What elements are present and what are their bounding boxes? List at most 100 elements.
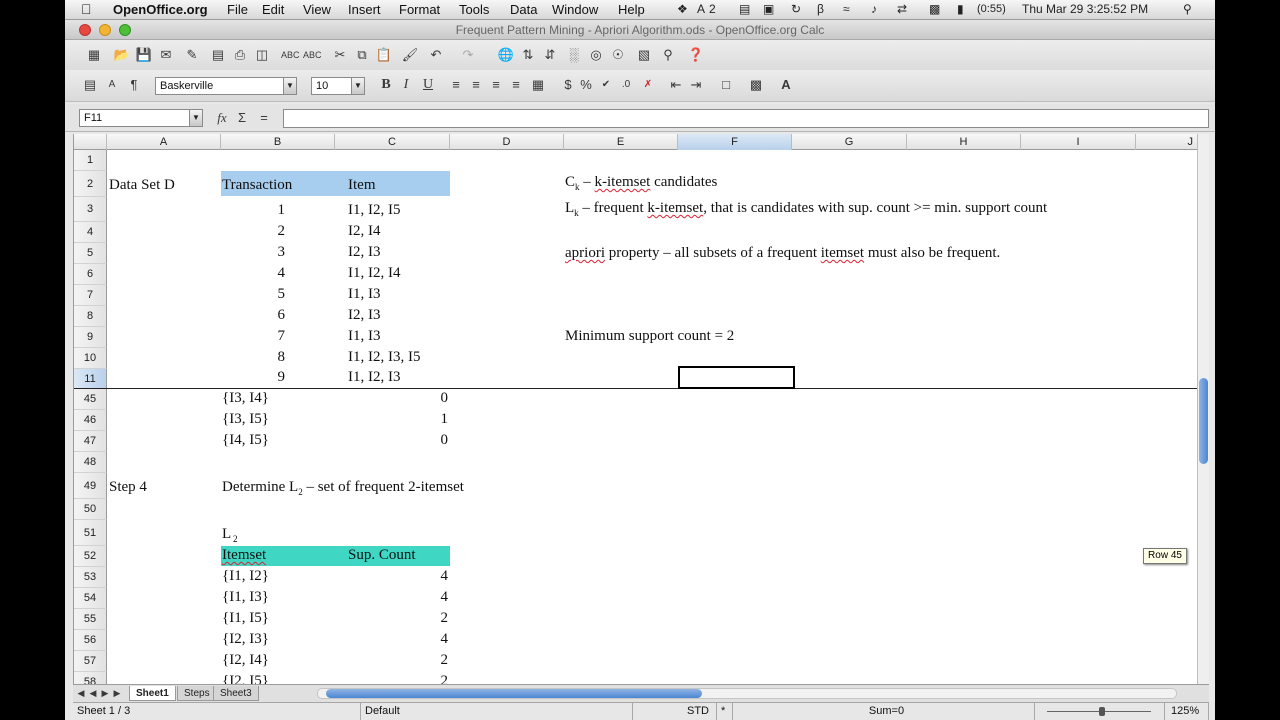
email-icon[interactable]: ✉ [157, 46, 175, 64]
cell-c[interactable]: I1, I3 [348, 328, 381, 345]
chevron-down-icon[interactable]: ▼ [283, 78, 296, 94]
row-header[interactable]: 47 [74, 431, 107, 452]
open-icon[interactable]: 📂 [113, 46, 131, 64]
standard-format-icon[interactable]: ✔ [597, 76, 615, 94]
row-header[interactable]: 45 [74, 389, 107, 410]
function-wizard-icon[interactable]: fx [213, 109, 231, 127]
menu-window[interactable]: Window [552, 2, 598, 17]
row-header[interactable]: 8 [74, 306, 107, 327]
gallery-icon[interactable]: ▧ [635, 46, 653, 64]
print-preview-icon[interactable]: ◫ [253, 46, 271, 64]
align-center-icon[interactable]: ≡ [467, 76, 485, 94]
last-sheet-icon[interactable]: ▶ [111, 685, 123, 701]
column-header-c[interactable]: C [335, 134, 450, 150]
column-header-e[interactable]: E [564, 134, 678, 150]
row-header[interactable]: 2 [74, 171, 107, 197]
increase-indent-icon[interactable]: ⇥ [687, 76, 705, 94]
select-all-corner[interactable] [74, 134, 107, 150]
save-icon[interactable]: 💾 [135, 46, 153, 64]
spellcheck-icon[interactable]: ABC [281, 46, 300, 64]
prev-sheet-icon[interactable]: ◀ [87, 685, 99, 701]
row-header[interactable]: 54 [74, 588, 107, 609]
font-name-select[interactable]: Baskerville ▼ [155, 77, 297, 95]
bold-button[interactable]: B [377, 76, 395, 94]
bluetooth-icon[interactable]: β [817, 2, 824, 16]
spreadsheet-grid[interactable]: A B C D E F G H I J 1 2 Data Set D Transact… [73, 134, 1197, 684]
chevron-down-icon[interactable]: ▼ [351, 78, 364, 94]
cut-icon[interactable]: ✂ [331, 46, 349, 64]
cell-b[interactable]: {I2, I3} [222, 631, 269, 648]
tab-sheet1[interactable]: Sheet1 [129, 686, 176, 701]
edit-file-icon[interactable]: ✎ [183, 46, 201, 64]
cell-b[interactable]: 9 [221, 369, 286, 386]
row-header[interactable]: 5 [74, 243, 107, 264]
column-header-f[interactable]: F [678, 134, 792, 150]
vertical-scrollbar[interactable] [1197, 134, 1209, 684]
cell-b[interactable]: 7 [221, 328, 286, 345]
italic-button[interactable]: I [397, 76, 415, 94]
export-pdf-icon[interactable]: ▤ [209, 46, 227, 64]
cell-c[interactable]: I2, I3 [348, 307, 381, 324]
row-header[interactable]: 7 [74, 285, 107, 306]
vertical-scroll-thumb[interactable] [1199, 378, 1208, 464]
note-ck[interactable]: Ck – k-itemset candidates [565, 174, 717, 192]
row-header[interactable]: 1 [74, 150, 107, 171]
row-header[interactable]: 57 [74, 651, 107, 672]
delete-decimal-icon[interactable]: ✗ [639, 76, 657, 94]
paste-icon[interactable]: 📋 [375, 46, 393, 64]
row-header[interactable]: 53 [74, 567, 107, 588]
time-machine-icon[interactable]: ↻ [791, 2, 801, 16]
display-icon[interactable]: ▩ [929, 2, 940, 16]
column-header-h[interactable]: H [907, 134, 1021, 150]
cell-c[interactable]: I2, I4 [348, 223, 381, 240]
sync-icon[interactable]: ⇄ [897, 2, 907, 16]
print-icon[interactable]: ⎙ [231, 46, 249, 64]
column-header-i[interactable]: I [1021, 134, 1136, 150]
font-color-icon[interactable]: A [777, 76, 795, 94]
name-box[interactable]: F11 ▼ [79, 109, 203, 127]
row-header[interactable]: 10 [74, 348, 107, 369]
row-header[interactable]: 4 [74, 222, 107, 243]
cell-a[interactable]: Step 4 [109, 479, 147, 496]
sort-descending-icon[interactable]: ⇵ [541, 46, 559, 64]
find-icon[interactable]: ⚲ [659, 46, 677, 64]
cell-c[interactable]: 0 [335, 432, 449, 449]
cell-c[interactable]: I1, I2, I5 [348, 202, 401, 219]
cell-c[interactable]: 2 [335, 673, 449, 684]
sort-ascending-icon[interactable]: ⇅ [519, 46, 537, 64]
font-size-select[interactable]: 10 ▼ [311, 77, 365, 95]
cell-b[interactable]: 6 [221, 307, 286, 324]
column-header-g[interactable]: G [792, 134, 907, 150]
row-header[interactable]: 49 [74, 473, 107, 499]
cell-b[interactable]: 2 [221, 223, 286, 240]
cell-c[interactable]: I2, I3 [348, 244, 381, 261]
cell-b[interactable]: 4 [221, 265, 286, 282]
cell-b[interactable]: {I3, I5} [222, 411, 269, 428]
row-header[interactable]: 50 [74, 499, 107, 520]
note-apriori[interactable]: apriori property – all subsets of a freq… [565, 245, 1000, 262]
cell-b[interactable]: 8 [221, 349, 286, 366]
spotlight-search-icon[interactable]: ⚲ [1183, 2, 1192, 16]
add-decimal-icon[interactable]: .0 [617, 76, 635, 94]
cell-b[interactable]: Transaction [222, 177, 292, 194]
styles-icon[interactable]: ▤ [81, 76, 99, 94]
network-icon[interactable]: ▤ [739, 2, 750, 16]
percent-format-icon[interactable]: % [577, 76, 595, 94]
adobe-icon[interactable]: A [697, 2, 705, 16]
formula-input[interactable] [283, 109, 1209, 128]
app-menu[interactable]: OpenOffice.org [113, 2, 208, 17]
menu-insert[interactable]: Insert [348, 2, 381, 17]
cell-c[interactable]: 1 [335, 411, 449, 428]
cell-b[interactable]: {I4, I5} [222, 432, 269, 449]
freeze-split-line[interactable] [74, 388, 1197, 389]
row-header[interactable]: 11 [74, 369, 107, 389]
cell-c[interactable]: 2 [335, 610, 449, 627]
cell-c[interactable]: 4 [335, 589, 449, 606]
cell-b[interactable]: {I1, I2} [222, 568, 269, 585]
note-min-support[interactable]: Minimum support count = 2 [565, 328, 734, 345]
font-color-a-icon[interactable]: A [103, 76, 121, 94]
column-header-j[interactable]: J [1136, 134, 1197, 150]
row-header[interactable]: 56 [74, 630, 107, 651]
tab-sheet3[interactable]: Sheet3 [213, 686, 259, 701]
currency-format-icon[interactable]: $ [559, 76, 577, 94]
